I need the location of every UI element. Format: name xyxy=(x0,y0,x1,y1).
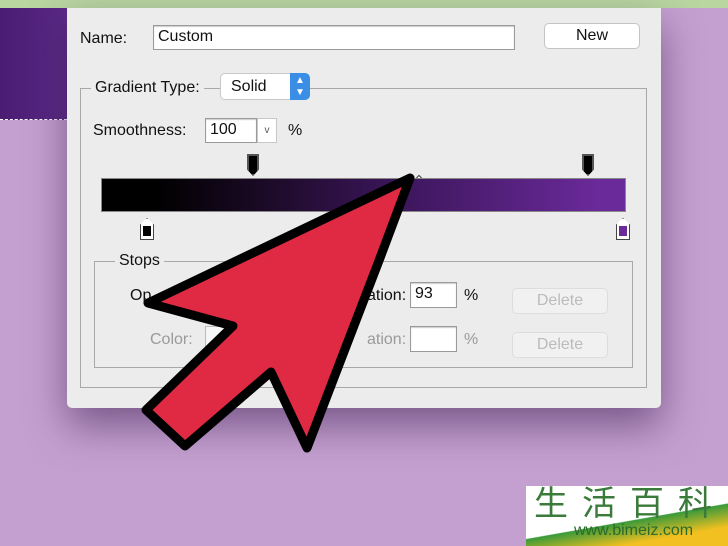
red-arrow-icon xyxy=(141,173,415,453)
watermark: 生活百科 www.bimeiz.com xyxy=(526,486,728,546)
watermark-chars: 生活百科 xyxy=(534,484,726,524)
watermark-url: www.bimeiz.com xyxy=(574,522,694,539)
